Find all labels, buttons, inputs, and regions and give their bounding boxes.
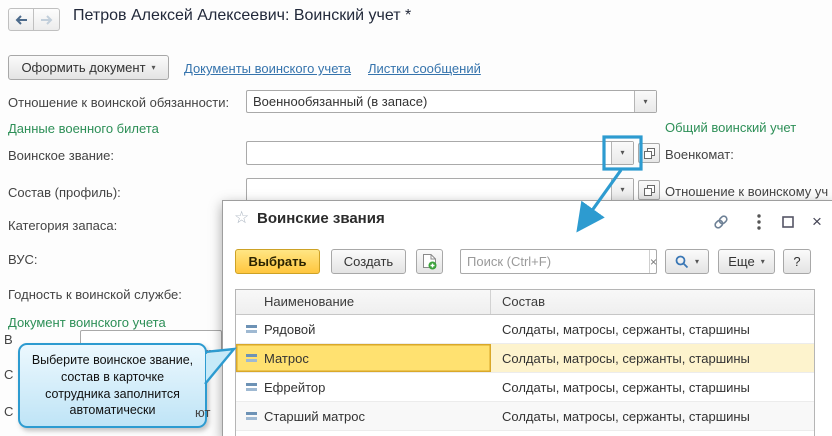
select-button[interactable]: Выбрать	[235, 249, 320, 274]
create-group-icon	[422, 254, 437, 270]
get-link-icon[interactable]	[711, 213, 731, 231]
table-header: Наименование Состав	[236, 290, 814, 315]
search-settings-button[interactable]: ▾	[665, 249, 709, 274]
popup-title: Воинские звания	[257, 210, 385, 227]
catalog-item-icon	[246, 354, 257, 362]
app-screen: Петров Алексей Алексеевич: Воинский учет…	[0, 0, 832, 436]
caret-down-icon: ▾	[152, 64, 156, 72]
vus-label: ВУС:	[8, 252, 38, 267]
back-button[interactable]	[8, 8, 34, 31]
commissariat-label: Военкомат:	[665, 147, 734, 162]
kebab-menu-icon[interactable]	[749, 213, 769, 231]
open-icon	[644, 185, 655, 196]
rank-structure: Солдаты, матросы, сержанты, старшины	[491, 373, 814, 401]
forward-arrow-icon	[40, 15, 54, 25]
catalog-item-icon	[246, 412, 257, 420]
table-row[interactable]: Ефрейтор Солдаты, матросы, сержанты, ста…	[236, 373, 814, 402]
hidden-label-fragment: С	[4, 367, 13, 382]
create-document-label: Оформить документ	[21, 60, 145, 75]
rank-structure: Солдаты, матросы, сержанты, старшины	[491, 315, 814, 343]
rank-label: Воинское звание:	[8, 148, 114, 163]
table-row-selected[interactable]: Матрос Солдаты, матросы, сержанты, старш…	[236, 344, 814, 373]
profile-open-button[interactable]	[638, 180, 660, 200]
create-document-button[interactable]: Оформить документ ▾	[8, 55, 169, 80]
attitude-label: Отношение к воинскому уч	[665, 184, 832, 199]
rank-name: Рядовой	[264, 322, 315, 337]
rank-open-button[interactable]	[638, 143, 660, 163]
more-label: Еще	[728, 254, 754, 269]
caret-down-icon: ▾	[620, 186, 624, 194]
page-title: Петров Алексей Алексеевич: Воинский учет…	[73, 7, 411, 25]
rank-name: Старший матрос	[264, 409, 365, 424]
required-field-marker	[206, 348, 219, 352]
rank-combobox[interactable]: ▾	[246, 141, 634, 165]
profile-label: Состав (профиль):	[8, 185, 121, 200]
relation-combobox[interactable]: Военнообязанный (в запасе) ▾	[246, 90, 657, 113]
caret-down-icon: ▾	[761, 258, 765, 266]
ranks-table: Наименование Состав Рядовой Солдаты, мат…	[235, 289, 815, 436]
profile-combobox[interactable]: ▾	[246, 178, 634, 202]
hidden-label-fragment: С	[4, 404, 13, 419]
search-input[interactable]	[461, 250, 649, 273]
hint-callout: Выберите воинское звание, состав в карто…	[18, 343, 207, 428]
maximize-icon[interactable]	[778, 213, 798, 231]
reserve-category-label: Категория запаса:	[8, 218, 117, 233]
create-group-button[interactable]	[416, 249, 443, 274]
hint-callout-text: Выберите воинское звание, состав в карто…	[32, 352, 193, 419]
section-general-record: Общий воинский учет	[665, 120, 796, 135]
search-icon	[675, 255, 689, 269]
table-row[interactable]: Старший матрос Солдаты, матросы, сержант…	[236, 402, 814, 431]
forward-button[interactable]	[34, 8, 60, 31]
rank-structure: Солдаты, матросы, сержанты, старшины	[491, 344, 814, 372]
rank-name: Ефрейтор	[264, 380, 325, 395]
section-record-document: Документ воинского учета	[8, 315, 166, 330]
close-icon[interactable]: ×	[807, 213, 827, 231]
favorite-star-icon[interactable]: ☆	[234, 208, 249, 228]
message-sheets-link[interactable]: Листки сообщений	[368, 61, 481, 76]
military-ranks-window: ☆ Воинские звания × Выбрать Создать	[222, 200, 832, 436]
rank-dropdown-button[interactable]: ▾	[611, 142, 633, 164]
military-documents-link[interactable]: Документы воинского учета	[184, 61, 351, 76]
clear-search-icon[interactable]: ×	[649, 250, 657, 273]
more-button[interactable]: Еще ▾	[718, 249, 775, 274]
relation-label: Отношение к воинской обязанности:	[8, 95, 229, 110]
open-icon	[644, 148, 655, 159]
section-military-card: Данные военного билета	[8, 121, 159, 136]
catalog-item-icon	[246, 325, 257, 333]
caret-down-icon: ▾	[695, 258, 699, 266]
relation-value: Военнообязанный (в запасе)	[247, 91, 634, 112]
column-header-name[interactable]: Наименование	[236, 290, 491, 314]
hidden-label-fragment: В	[4, 332, 13, 347]
rank-name: Матрос	[264, 351, 309, 366]
help-button[interactable]: ?	[783, 249, 811, 274]
profile-value	[247, 179, 611, 201]
column-header-structure[interactable]: Состав	[491, 290, 814, 314]
relation-dropdown-button[interactable]: ▾	[634, 91, 656, 112]
create-button[interactable]: Создать	[331, 249, 406, 274]
fitness-label: Годность к воинской службе:	[8, 287, 182, 302]
rank-structure: Солдаты, матросы, сержанты, старшины	[491, 402, 814, 430]
history-nav	[8, 8, 60, 31]
caret-down-icon: ▾	[620, 149, 624, 157]
search-box: ×	[460, 249, 657, 274]
back-arrow-icon	[14, 15, 28, 25]
hidden-label-fragment: ют	[195, 405, 210, 420]
table-row[interactable]: Рядовой Солдаты, матросы, сержанты, стар…	[236, 315, 814, 344]
catalog-item-icon	[246, 383, 257, 391]
caret-down-icon: ▾	[643, 98, 647, 106]
rank-value	[247, 142, 611, 164]
profile-dropdown-button[interactable]: ▾	[611, 179, 633, 201]
